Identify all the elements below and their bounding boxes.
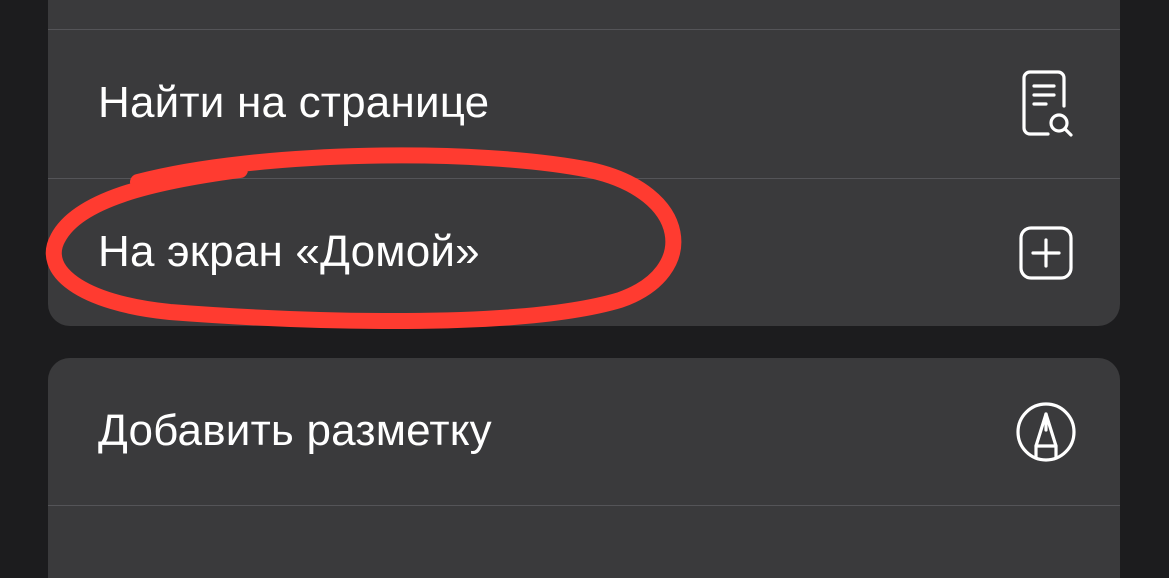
find-on-page-icon bbox=[1014, 68, 1078, 140]
menu-item-label: Найти на странице bbox=[98, 78, 490, 127]
menu-item-label: Добавить разметку bbox=[98, 406, 492, 455]
menu-group-1: Найти на странице На экран «Домой» bbox=[48, 0, 1120, 326]
menu-item-label: На экран «Домой» bbox=[98, 227, 480, 276]
menu-group-2: Добавить разметку bbox=[48, 358, 1120, 578]
separator bbox=[48, 505, 1120, 506]
menu-item-add-to-home-screen[interactable]: На экран «Домой» bbox=[48, 179, 1120, 326]
add-square-icon bbox=[1014, 217, 1078, 289]
menu-item-add-markup[interactable]: Добавить разметку bbox=[48, 358, 1120, 506]
menu-item-find-on-page[interactable]: Найти на странице bbox=[48, 30, 1120, 178]
markup-pen-icon bbox=[1014, 396, 1078, 468]
